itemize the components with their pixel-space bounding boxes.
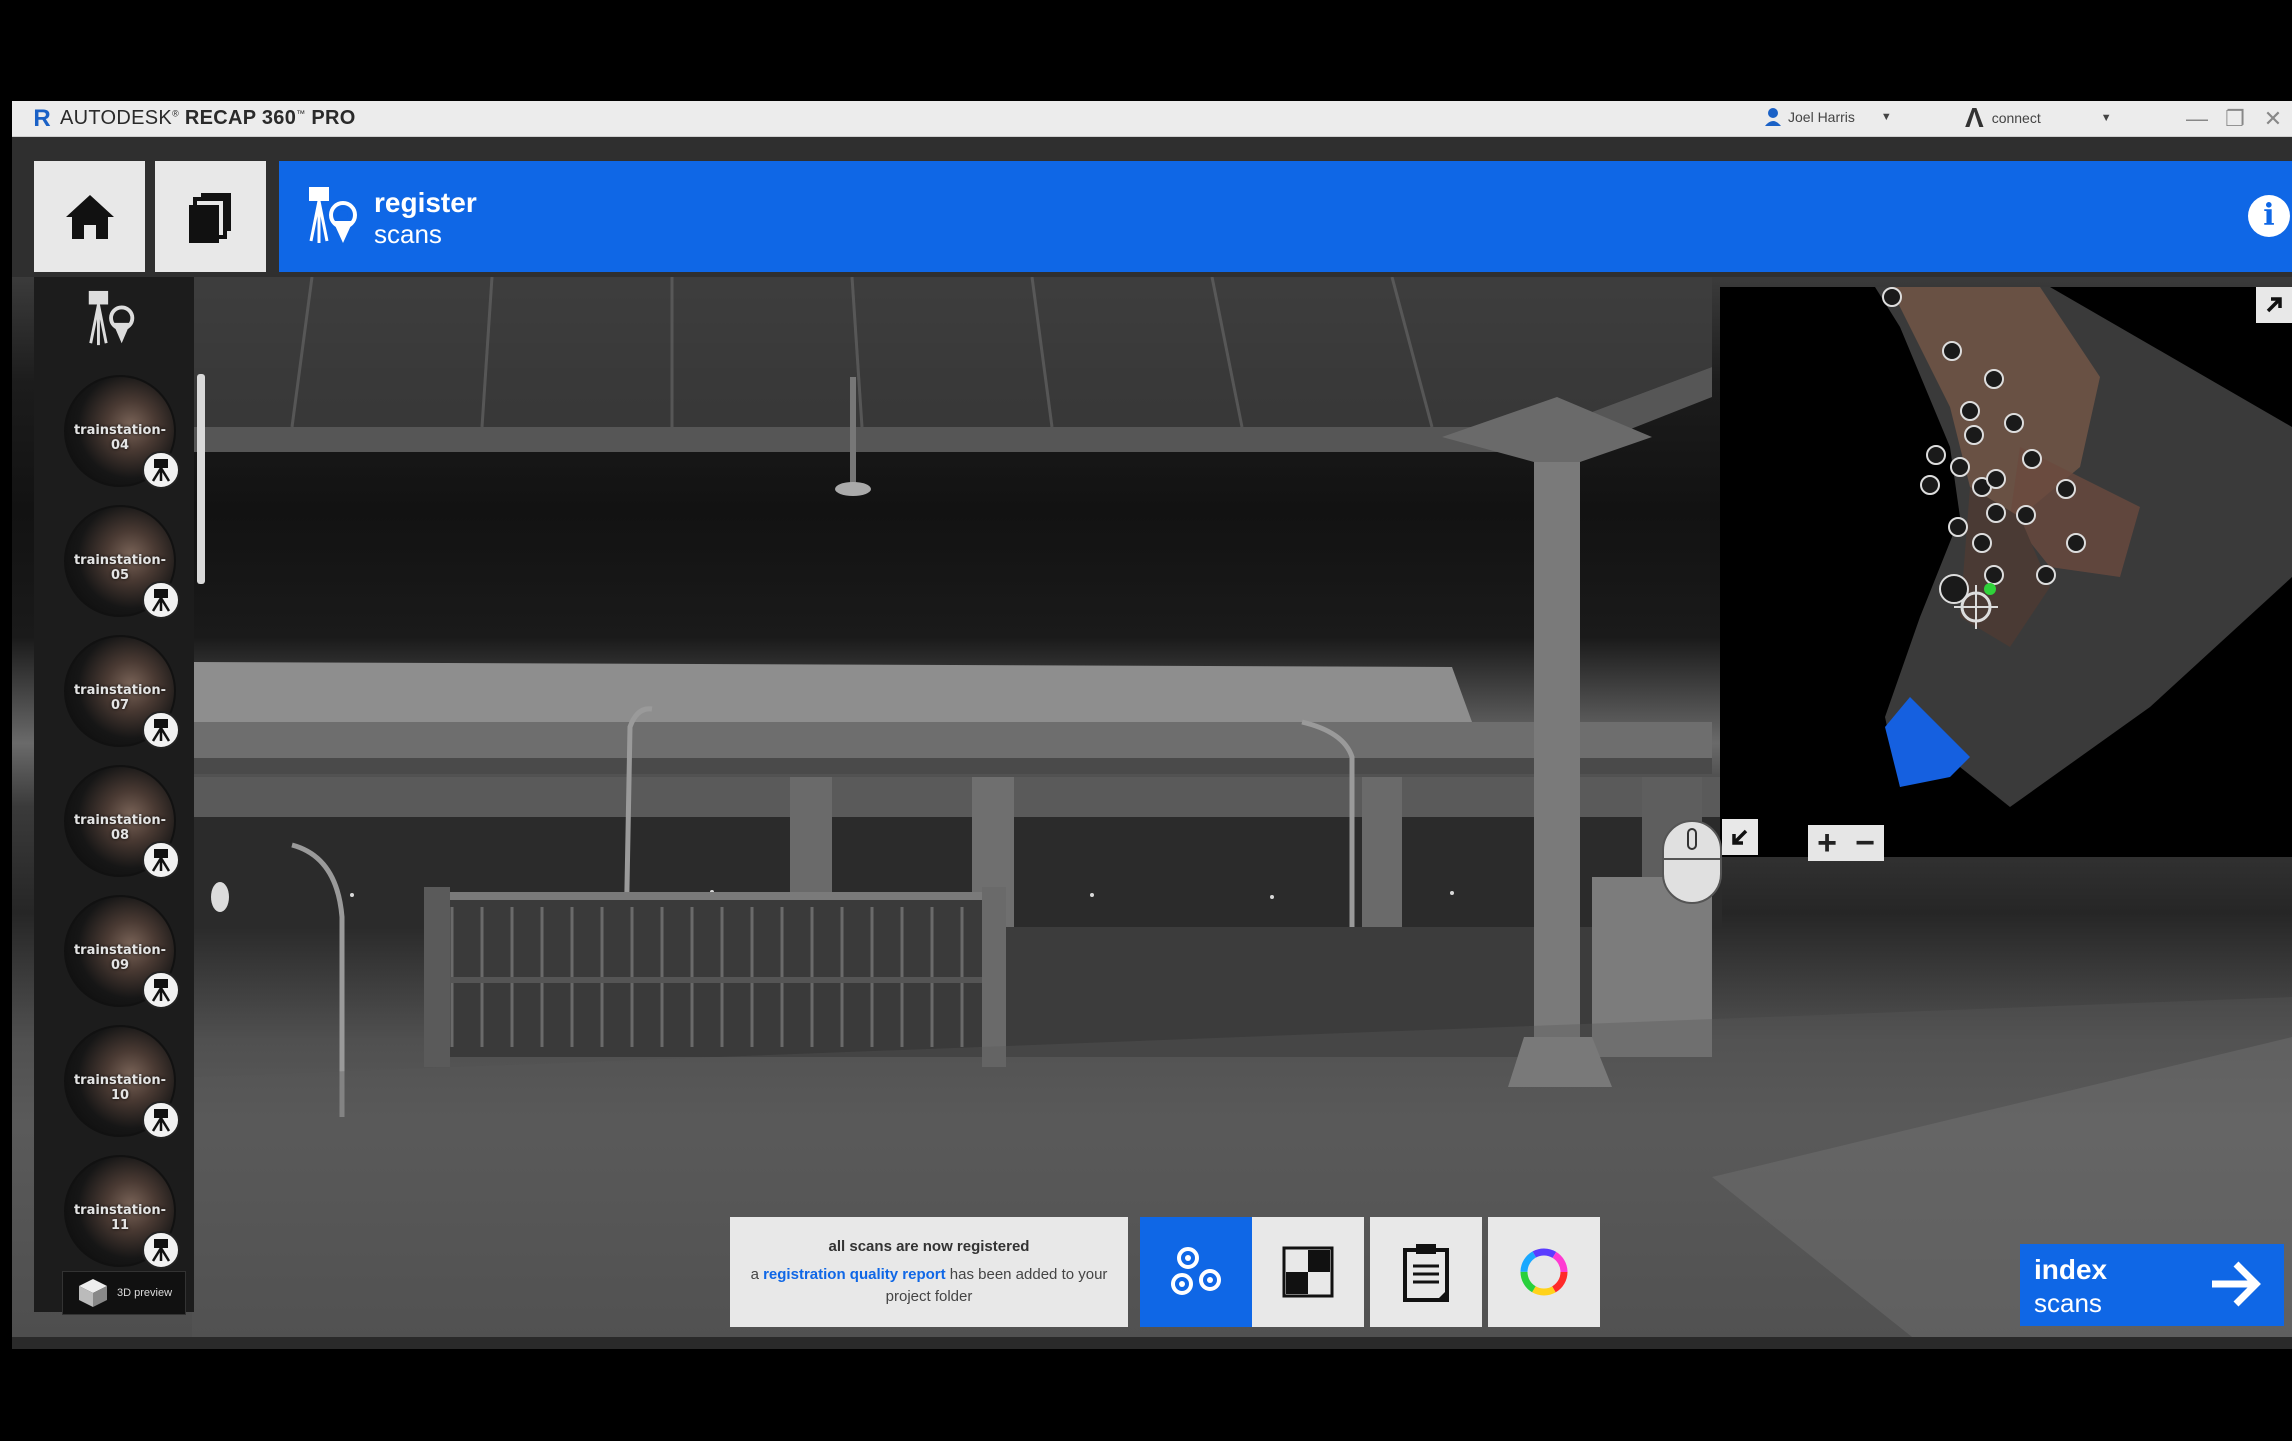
user-icon (1765, 108, 1781, 126)
close-button[interactable]: ✕ (2254, 106, 2292, 132)
zoom-out-button[interactable]: − (1855, 824, 1875, 863)
app-title-edition: PRO (311, 107, 356, 129)
index-scans-line1: index (2034, 1254, 2108, 1285)
scanner-icon (142, 1231, 180, 1269)
register-icon (1171, 1247, 1221, 1295)
connect-dropdown-icon[interactable]: ▼ (2101, 112, 2112, 124)
autodesk-a-icon: Λ (1965, 102, 1984, 133)
minimap[interactable] (1720, 287, 2292, 857)
register-scans-icon (88, 290, 135, 346)
scan-label: trainstation-11 (73, 1203, 167, 1233)
header-bar: register scans i (12, 137, 2292, 277)
info-icon[interactable]: i (2248, 195, 2290, 237)
point-cloud-viewport[interactable]: trainstation-04 trainstation-05 trainsta… (12, 277, 2292, 1337)
app-title-brand: AUTODESK (60, 107, 173, 129)
scan-label: trainstation-10 (73, 1073, 167, 1103)
cube-icon (79, 1279, 107, 1307)
scan-item[interactable]: trainstation-08 (64, 765, 180, 879)
minimap-plan (1875, 287, 2292, 807)
quality-report-link[interactable]: registration quality report (763, 1266, 946, 1283)
user-menu[interactable]: Joel Harris ▼ (1764, 107, 1892, 127)
registration-status-box: all scans are now registered a registrat… (730, 1217, 1128, 1327)
home-icon (65, 194, 114, 239)
scan-list-scrollbar[interactable] (197, 374, 205, 584)
step-subtitle: scans (374, 219, 442, 249)
3d-preview-label: 3D preview (117, 1287, 173, 1299)
register-scans-icon (309, 187, 357, 243)
recap-window: R AUTODESK® RECAP 360™ PRO Joel Harris ▼… (12, 101, 2292, 1349)
title-bar: R AUTODESK® RECAP 360™ PRO Joel Harris ▼… (12, 101, 2292, 137)
home-button[interactable] (34, 161, 145, 272)
registration-view-button[interactable] (1140, 1217, 1252, 1327)
recap-logo: R (33, 104, 51, 132)
window-controls: — ❐ ✕ (2178, 101, 2292, 137)
scan-item[interactable]: trainstation-10 (64, 1025, 180, 1139)
scanner-icon (142, 841, 180, 879)
scan-item[interactable]: trainstation-07 (64, 635, 180, 749)
user-dropdown-icon[interactable]: ▼ (1881, 111, 1892, 123)
status-title: all scans are now registered (828, 1238, 1030, 1255)
minimap-zoom-control: + − (1808, 824, 1884, 863)
step-banner: register scans i (279, 161, 2292, 272)
status-message: a registration quality report has been a… (730, 1264, 1128, 1308)
3d-preview-button[interactable]: 3D preview (62, 1271, 186, 1315)
scanner-icon (142, 1101, 180, 1139)
collapse-icon (1732, 829, 1748, 845)
app-title: AUTODESK® RECAP 360™ PRO (60, 107, 356, 129)
projects-icon (188, 192, 231, 243)
scan-item[interactable]: trainstation-09 (64, 895, 180, 1009)
connect-label: connect (1991, 110, 2041, 126)
collapse-minimap-button[interactable] (1722, 819, 1758, 855)
minimize-button[interactable]: — (2178, 106, 2216, 132)
expand-minimap-button[interactable] (2256, 287, 2292, 323)
scan-label: trainstation-05 (73, 553, 167, 583)
index-scans-line2: scans (2034, 1288, 2102, 1318)
projects-button[interactable] (155, 161, 266, 272)
scan-label: trainstation-09 (73, 943, 167, 973)
expand-icon (2266, 297, 2282, 313)
clipboard-icon (1403, 1244, 1449, 1302)
checkerboard-view-button[interactable] (1252, 1217, 1364, 1327)
scan-label: trainstation-04 (73, 423, 167, 453)
scan-label: trainstation-08 (73, 813, 167, 843)
mouse-icon (1662, 820, 1722, 904)
color-mode-button[interactable] (1488, 1217, 1600, 1327)
scan-item[interactable]: trainstation-05 (64, 505, 180, 619)
scanner-icon (142, 711, 180, 749)
checkerboard-icon (1282, 1246, 1334, 1298)
status-prefix: a (750, 1266, 759, 1283)
scan-list-sidebar: trainstation-04 trainstation-05 trainsta… (34, 277, 205, 1315)
user-name: Joel Harris (1788, 109, 1855, 125)
scanner-icon (142, 581, 180, 619)
restore-button[interactable]: ❐ (2216, 106, 2254, 132)
report-button[interactable] (1370, 1217, 1482, 1327)
arrow-right-icon (2212, 1261, 2261, 1307)
color-wheel-icon (1520, 1248, 1568, 1296)
scan-item[interactable]: trainstation-11 (64, 1155, 180, 1269)
scanner-icon (142, 451, 180, 489)
connect-menu[interactable]: Λ connect ▼ (1965, 102, 2112, 133)
step-title: register (374, 187, 477, 218)
scanner-icon (142, 971, 180, 1009)
scan-label: trainstation-07 (73, 683, 167, 713)
zoom-in-button[interactable]: + (1817, 824, 1837, 863)
app-title-product: RECAP 360 (184, 107, 297, 129)
index-scans-button[interactable]: index scans (2020, 1244, 2284, 1326)
scan-item[interactable]: trainstation-04 (64, 375, 180, 489)
